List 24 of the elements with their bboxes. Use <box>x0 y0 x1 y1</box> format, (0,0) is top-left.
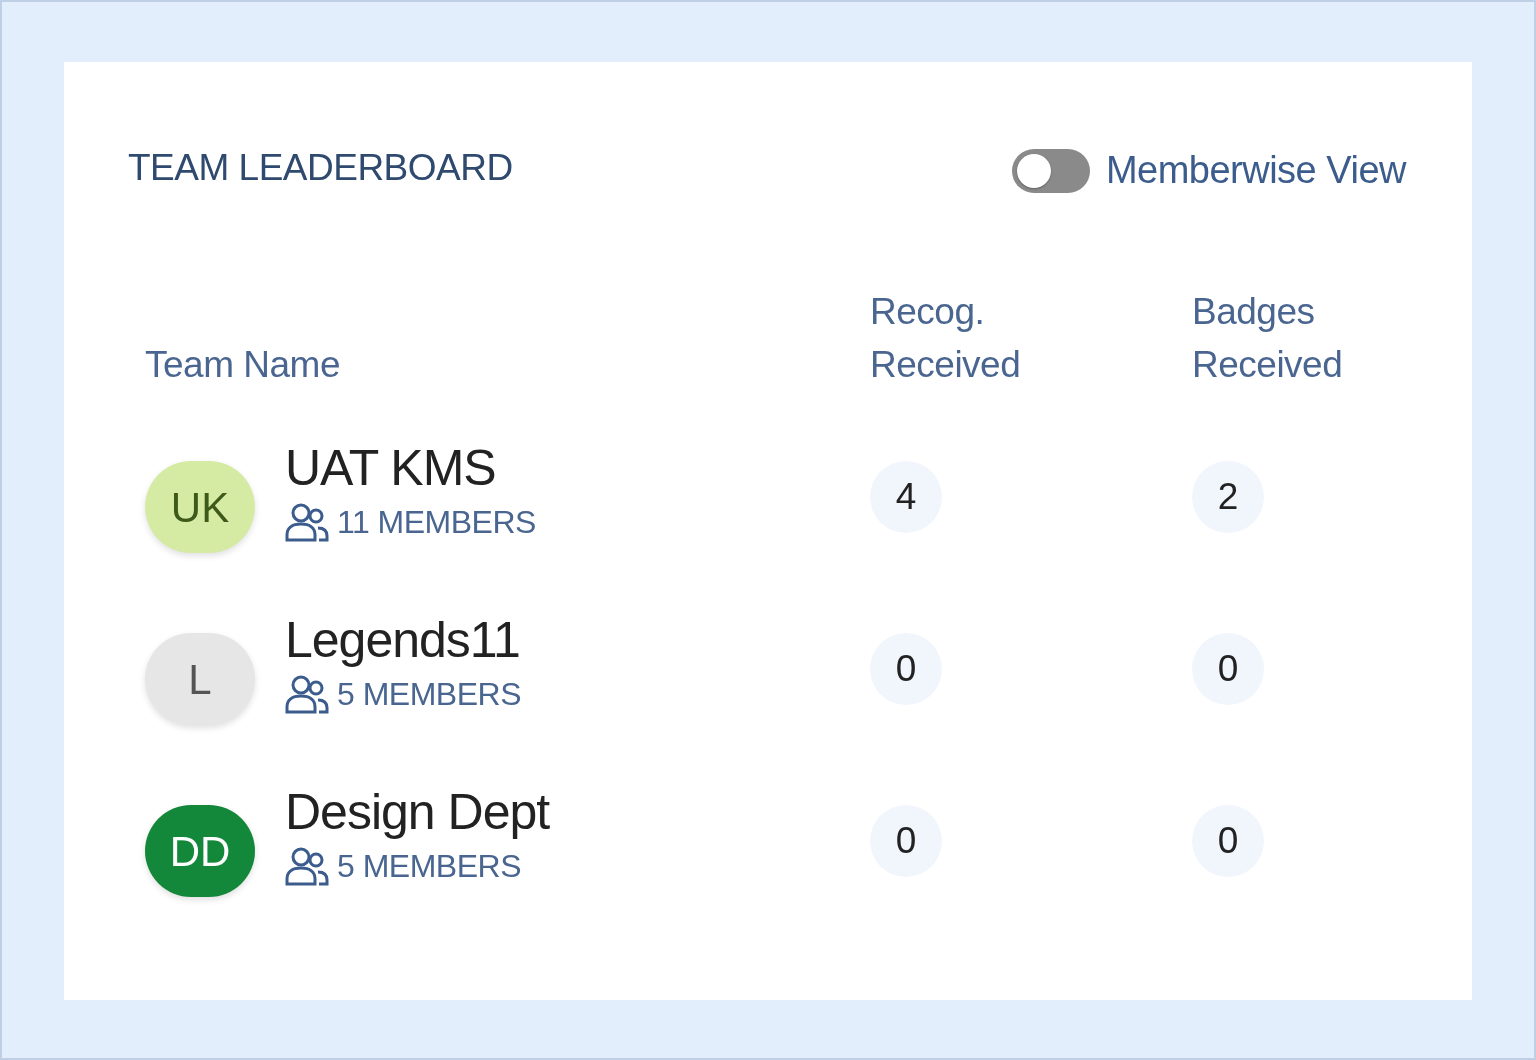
member-count: 5 MEMBERS <box>337 847 521 886</box>
team-avatar: DD <box>145 805 255 897</box>
team-avatar: L <box>145 633 255 725</box>
people-icon <box>285 502 329 542</box>
count-badge: 2 <box>1192 461 1264 533</box>
count-badge: 0 <box>1192 805 1264 877</box>
count-badge: 0 <box>1192 633 1264 705</box>
toggle-label: Memberwise View <box>1105 148 1406 193</box>
people-icon <box>285 846 329 886</box>
team-name: Legends11 <box>285 611 521 670</box>
count-badge: 0 <box>870 633 942 705</box>
team-name: UAT KMS <box>285 439 497 498</box>
toggle-switch[interactable] <box>1011 148 1090 193</box>
member-count: 5 MEMBERS <box>337 675 521 714</box>
team-avatar: UK <box>145 461 255 553</box>
column-header: Badges Received <box>1192 290 1344 387</box>
count-badge: 0 <box>870 805 942 877</box>
member-count: 11 MEMBERS <box>337 503 536 542</box>
column-header: Recog. Received <box>870 290 1022 387</box>
card-title: TEAM LEADERBOARD <box>128 146 513 191</box>
count-badge: 4 <box>870 461 942 533</box>
column-header: Team Name <box>145 343 340 387</box>
people-icon <box>285 674 329 714</box>
team-name: Design Dept <box>285 783 550 842</box>
